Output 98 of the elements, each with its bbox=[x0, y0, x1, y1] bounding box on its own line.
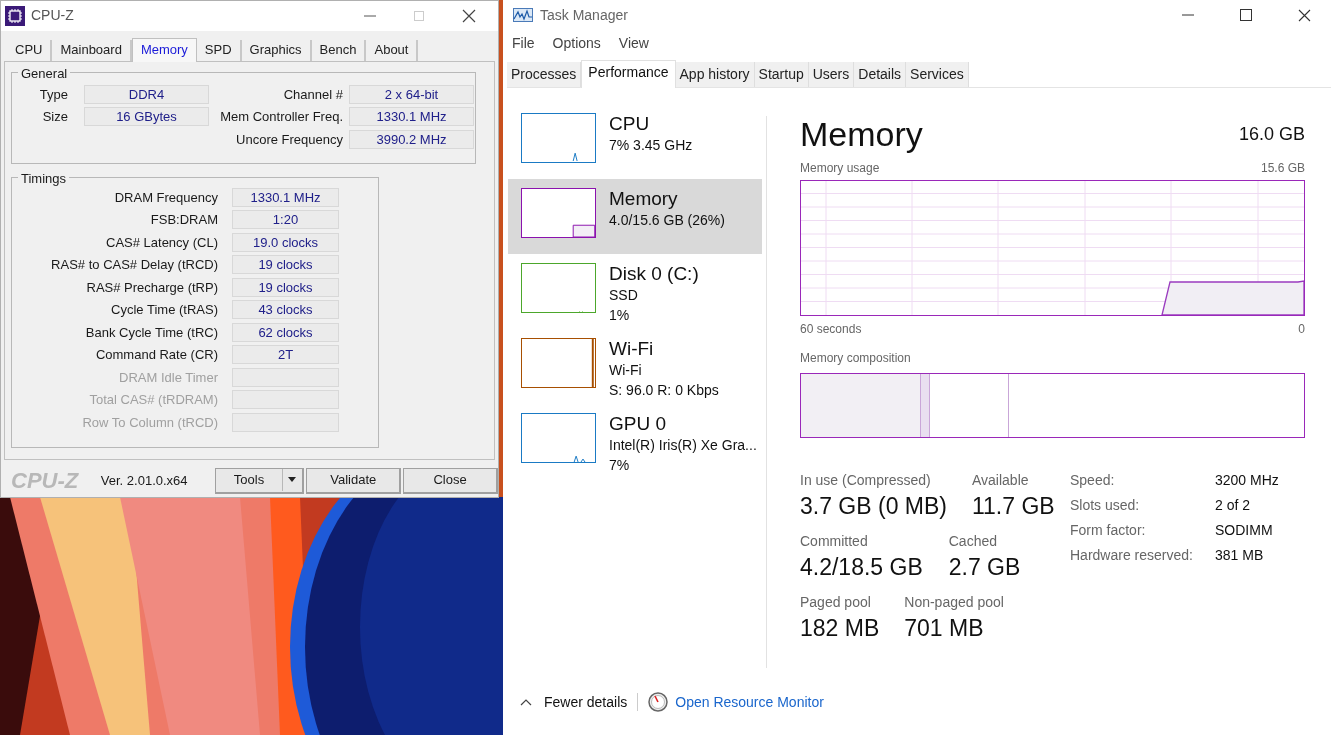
device-stat: 7% 3.45 GHz bbox=[609, 136, 693, 155]
field-label: Type bbox=[38, 85, 69, 104]
value-field: 16 GBytes bbox=[84, 107, 209, 127]
fewer-details-button[interactable]: Fewer details bbox=[520, 691, 628, 713]
value-field: 43 clocks bbox=[232, 300, 339, 320]
value-field: 2T bbox=[232, 345, 339, 365]
device-name: Wi-Fi bbox=[609, 338, 655, 360]
close-button[interactable]: Close bbox=[403, 467, 498, 494]
window-title: Task Manager bbox=[540, 5, 628, 25]
stat-value: 701 MB bbox=[904, 614, 985, 643]
stat-value: 4.2/18.5 GB bbox=[800, 553, 923, 582]
resource-monitor-link[interactable]: Open Resource Monitor bbox=[675, 691, 824, 713]
spec-value: 381 MB bbox=[1215, 546, 1265, 565]
field-label: Command Rate (CR) bbox=[94, 346, 219, 365]
field-label: Mem Controller Freq. bbox=[219, 108, 344, 127]
value-field: 19 clocks bbox=[232, 255, 339, 275]
spec-label: Hardware reserved: bbox=[1070, 546, 1194, 565]
value-field: 3990.2 MHz bbox=[349, 129, 474, 149]
field-label: DRAM Frequency bbox=[113, 188, 219, 207]
device-name: Disk 0 (C:) bbox=[609, 263, 699, 285]
field-label: Cycle Time (tRAS) bbox=[110, 301, 219, 320]
axis-label: 60 seconds bbox=[800, 321, 862, 338]
chart-label: Memory usage bbox=[800, 160, 880, 177]
chart-icon bbox=[513, 8, 533, 22]
field-label: RAS# Precharge (tRP) bbox=[85, 278, 219, 297]
tab[interactable]: Details bbox=[854, 62, 907, 87]
value-field: 1330.1 MHz bbox=[232, 187, 339, 207]
device-stat: S: 96.0 R: 0 Kbps bbox=[609, 381, 719, 400]
stat-label: Available bbox=[972, 471, 1030, 490]
stat-label: Committed bbox=[800, 532, 869, 551]
device-name: GPU 0 bbox=[609, 413, 668, 435]
value-field: 19.0 clocks bbox=[232, 232, 339, 252]
field-label: DRAM Idle Timer bbox=[118, 368, 219, 387]
stat-label: Paged pool bbox=[800, 593, 872, 612]
tab[interactable]: Services bbox=[906, 62, 969, 87]
device-stat: Intel(R) Iris(R) Xe Gra... bbox=[609, 436, 757, 455]
field-label: Total CAS# (tRDRAM) bbox=[88, 391, 219, 410]
tab[interactable]: Processes bbox=[507, 62, 582, 87]
device-name: CPU bbox=[609, 113, 651, 135]
value-field: 62 clocks bbox=[232, 322, 339, 342]
field-label: Uncore Frequency bbox=[235, 130, 344, 149]
maximize-icon bbox=[414, 10, 424, 21]
field-label: Size bbox=[41, 108, 69, 127]
validate-button[interactable]: Validate bbox=[306, 467, 402, 494]
value-field: DDR4 bbox=[84, 84, 209, 104]
stat-value: 2.7 GB bbox=[948, 553, 1021, 582]
device-stat: Wi-Fi bbox=[609, 361, 643, 380]
tab[interactable]: Users bbox=[808, 62, 855, 87]
chevron-up-icon bbox=[520, 698, 532, 706]
gauge-icon bbox=[648, 692, 669, 712]
tab[interactable]: Startup bbox=[754, 62, 809, 87]
device-stat: 7% bbox=[609, 456, 631, 475]
device-stat: 4.0/15.6 GB (26%) bbox=[609, 211, 725, 230]
stat-value: 182 MB bbox=[800, 614, 880, 643]
app-icon bbox=[5, 5, 25, 26]
stat-value: 11.7 GB bbox=[972, 492, 1055, 521]
stat-label: Non-paged pool bbox=[904, 593, 1004, 612]
menu-item[interactable]: View bbox=[613, 32, 654, 54]
chart-max-label: 15.6 GB bbox=[1260, 160, 1305, 177]
device-stat: 1% bbox=[609, 306, 631, 325]
axis-label: 0 bbox=[1298, 321, 1305, 338]
chart-label: Memory composition bbox=[800, 350, 912, 367]
spec-label: Slots used: bbox=[1070, 496, 1141, 515]
tools-button[interactable]: Tools bbox=[214, 467, 305, 494]
total-memory: 16.0 GB bbox=[1238, 123, 1305, 146]
device-name: Memory bbox=[609, 188, 679, 210]
tab[interactable]: Memory bbox=[131, 37, 197, 62]
value-field: 1330.1 MHz bbox=[349, 107, 474, 127]
stat-label: Cached bbox=[948, 532, 998, 551]
close-icon[interactable] bbox=[462, 8, 476, 23]
spec-label: Speed: bbox=[1070, 471, 1116, 490]
stat-label: In use (Compressed) bbox=[800, 471, 932, 490]
page-heading: Memory bbox=[800, 114, 923, 154]
tab[interactable]: Performance bbox=[581, 60, 676, 88]
spec-label: Form factor: bbox=[1070, 521, 1147, 540]
field-label: CAS# Latency (CL) bbox=[105, 233, 219, 252]
device-stat: SSD bbox=[609, 286, 639, 305]
logo: CPU-Z bbox=[11, 467, 80, 495]
maximize-icon[interactable] bbox=[1240, 9, 1252, 21]
value-field: 1:20 bbox=[232, 210, 339, 230]
field-label: Row To Column (tRCD) bbox=[81, 413, 219, 432]
sidebar-item[interactable]: Memory 4.0/15.6 GB (26%) bbox=[508, 179, 762, 254]
version-text: Ver. 2.01.0.x64 bbox=[100, 471, 189, 490]
field-label: Channel # bbox=[282, 85, 344, 104]
menu-item[interactable]: Options bbox=[547, 32, 606, 54]
menu-item[interactable]: File bbox=[507, 32, 540, 54]
spec-value: SODIMM bbox=[1215, 521, 1274, 540]
tab[interactable]: App history bbox=[675, 62, 755, 87]
value-field: 2 x 64-bit bbox=[349, 84, 474, 104]
stat-value: 3.7 GB (0 MB) bbox=[800, 492, 947, 521]
spec-value: 3200 MHz bbox=[1215, 471, 1279, 490]
value-field: 19 clocks bbox=[232, 277, 339, 297]
field-label: FSB:DRAM bbox=[149, 211, 219, 230]
field-label: RAS# to CAS# Delay (tRCD) bbox=[50, 256, 219, 275]
close-icon[interactable] bbox=[1298, 8, 1311, 22]
field-label: Bank Cycle Time (tRC) bbox=[84, 323, 219, 342]
spec-value: 2 of 2 bbox=[1215, 496, 1252, 515]
window-title: CPU-Z bbox=[31, 6, 74, 26]
